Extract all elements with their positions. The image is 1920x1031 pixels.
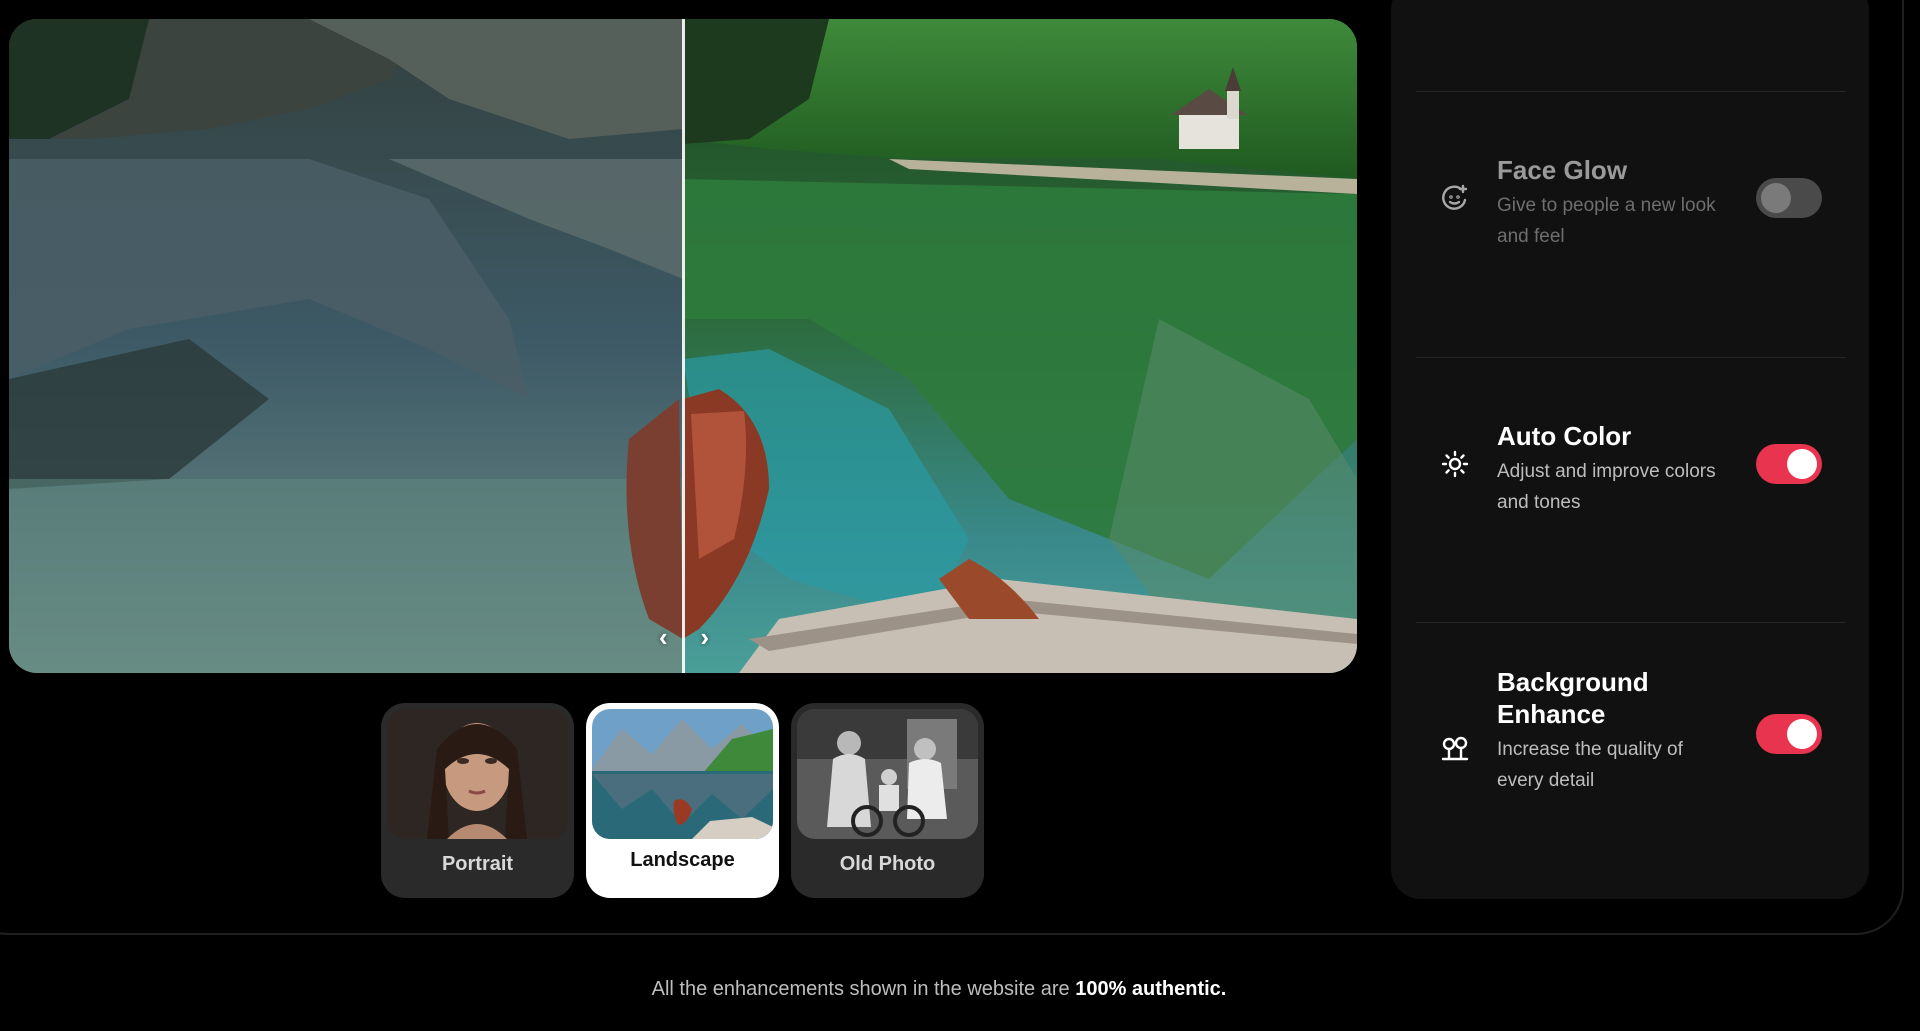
feature-title: Auto Color (1497, 421, 1632, 451)
feature-description: Increase the quality of every detail (1497, 739, 1683, 791)
enhancement-panel: Face Glow Give to people a new look and … (1391, 0, 1869, 899)
old-photo-thumbnail (797, 709, 978, 839)
feature-title: Face Glow (1497, 155, 1628, 185)
footer-text: All the enhancements shown in the websit… (651, 978, 1076, 1000)
sample-label: Landscape (630, 849, 735, 871)
landscape-thumbnail (592, 709, 773, 839)
before-after-viewer[interactable]: ‹ › (9, 19, 1357, 673)
feature-description: Give to people a new look and feel (1497, 195, 1716, 247)
panel-divider (1416, 622, 1846, 623)
compare-handle[interactable]: ‹ › (659, 619, 709, 655)
auto-color-toggle[interactable] (1756, 444, 1822, 484)
sample-portrait[interactable]: Portrait (381, 703, 574, 898)
background-enhance-toggle[interactable] (1756, 714, 1822, 754)
chevron-right-icon: › (700, 622, 709, 652)
face-glow-toggle[interactable] (1756, 178, 1822, 218)
sample-label: Old Photo (839, 853, 936, 875)
trees-icon (1441, 734, 1469, 762)
feature-title: Background Enhance (1497, 667, 1649, 729)
feature-description: Adjust and improve colors and tones (1497, 461, 1716, 513)
toggle-knob (1787, 719, 1817, 749)
toggle-knob (1761, 183, 1791, 213)
sample-old-photo[interactable]: Old Photo (791, 703, 984, 898)
sample-selector: Portrait Landscape Old Photo (381, 703, 984, 898)
authenticity-note: All the enhancements shown in the websit… (0, 978, 1878, 1001)
sun-icon (1441, 450, 1469, 478)
chevron-left-icon: ‹ (659, 622, 668, 652)
sample-landscape[interactable]: Landscape (586, 703, 779, 898)
face-glow-icon (1441, 184, 1469, 212)
footer-highlight: 100% authentic. (1075, 978, 1227, 1000)
toggle-knob (1787, 449, 1817, 479)
compare-divider[interactable] (682, 19, 685, 673)
panel-divider (1416, 357, 1846, 358)
sample-label: Portrait (441, 853, 514, 875)
portrait-thumbnail (387, 709, 568, 839)
panel-divider (1416, 91, 1846, 92)
